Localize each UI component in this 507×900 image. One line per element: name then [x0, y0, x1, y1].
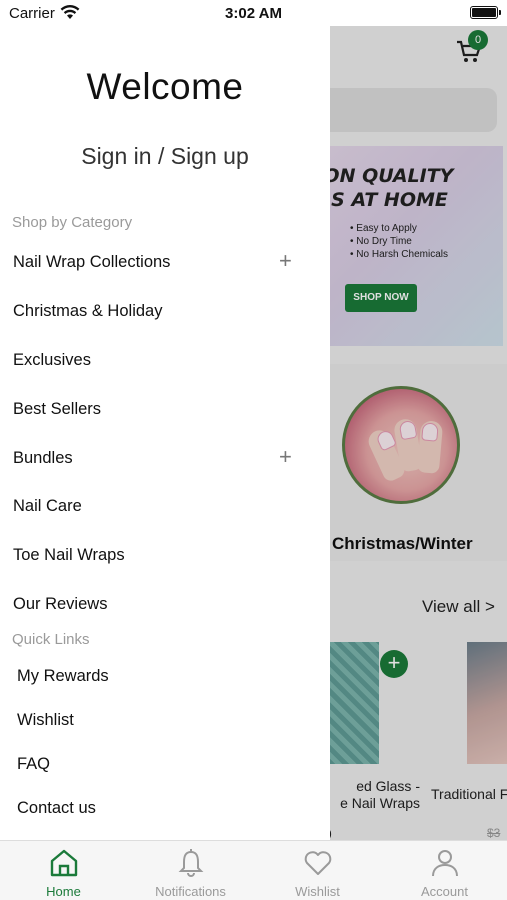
tab-bar: Home Notifications Wishlist Account: [0, 840, 507, 900]
tab-notifications[interactable]: Notifications: [127, 841, 254, 900]
expand-plus-icon[interactable]: +: [279, 248, 292, 274]
menu-item-exclusives[interactable]: Exclusives: [13, 351, 91, 370]
tab-label: Wishlist: [295, 884, 340, 899]
tab-home[interactable]: Home: [0, 841, 127, 900]
tab-wishlist[interactable]: Wishlist: [254, 841, 381, 900]
clock: 3:02 AM: [225, 5, 282, 22]
person-icon: [432, 850, 458, 877]
tab-label: Notifications: [155, 884, 226, 899]
quick-link-faq[interactable]: FAQ: [17, 755, 50, 774]
status-bar: Carrier 3:02 AM: [0, 0, 507, 26]
menu-item-our-reviews[interactable]: Our Reviews: [13, 595, 107, 614]
tab-label: Account: [421, 884, 468, 899]
tab-account[interactable]: Account: [381, 841, 507, 900]
menu-item-christmas-holiday[interactable]: Christmas & Holiday: [13, 302, 162, 321]
battery-icon: [470, 6, 501, 19]
expand-plus-icon[interactable]: +: [279, 444, 292, 470]
quick-link-wishlist[interactable]: Wishlist: [17, 711, 74, 730]
side-drawer: Welcome Sign in / Sign up Shop by Catego…: [0, 26, 330, 840]
menu-item-best-sellers[interactable]: Best Sellers: [13, 400, 101, 419]
menu-item-bundles[interactable]: Bundles: [13, 449, 73, 468]
quick-link-contact-us[interactable]: Contact us: [17, 799, 96, 818]
home-icon: [50, 849, 78, 877]
menu-item-toe-nail-wraps[interactable]: Toe Nail Wraps: [13, 546, 125, 565]
menu-item-nail-wrap-collections[interactable]: Nail Wrap Collections: [13, 253, 170, 272]
heart-icon: [304, 851, 332, 875]
quick-links-label: Quick Links: [12, 631, 90, 648]
tab-label: Home: [46, 884, 81, 899]
quick-link-my-rewards[interactable]: My Rewards: [17, 667, 109, 686]
shop-by-category-label: Shop by Category: [12, 214, 133, 231]
sign-in-link[interactable]: Sign in / Sign up: [0, 143, 330, 170]
welcome-heading: Welcome: [86, 66, 244, 107]
bell-icon: [178, 849, 204, 877]
menu-item-nail-care[interactable]: Nail Care: [13, 497, 82, 516]
